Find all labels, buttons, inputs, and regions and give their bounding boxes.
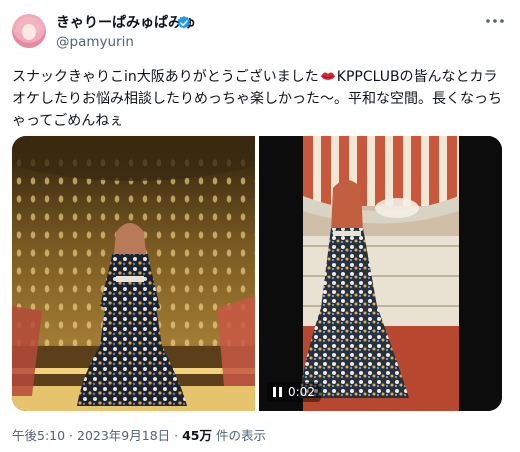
avatar[interactable] bbox=[12, 14, 46, 48]
video-1-frame bbox=[259, 136, 502, 411]
video-time-badge[interactable]: 0:02 bbox=[267, 382, 321, 402]
views-label: 件の表示 bbox=[212, 428, 266, 443]
avatar-face bbox=[22, 24, 36, 40]
verified-badge-icon bbox=[177, 16, 191, 29]
photo-1-image bbox=[12, 136, 255, 411]
media-grid: 0:02 bbox=[12, 136, 502, 411]
video-time: 0:02 bbox=[288, 385, 315, 399]
photo-1[interactable] bbox=[12, 136, 255, 411]
video-1[interactable]: 0:02 bbox=[259, 136, 502, 411]
kiss-mark-icon bbox=[320, 72, 335, 80]
tweet-text: スナックきゃりこin大阪ありがとうございました KPPCLUBの皆んなとカラオケし… bbox=[12, 66, 508, 132]
timestamp[interactable]: 午後5:10 · 2023年9月18日 · bbox=[12, 428, 182, 443]
user-handle[interactable]: @pamyurin bbox=[56, 34, 134, 50]
pause-icon[interactable] bbox=[273, 387, 282, 397]
tweet-meta: 午後5:10 · 2023年9月18日 · 45万 件の表示 bbox=[12, 428, 266, 444]
tweet-card: きゃりーぱみゅぱみゅ @pamyurin スナックきゃりこin大阪ありがとうござ… bbox=[0, 0, 520, 452]
views-count: 45万 bbox=[182, 428, 212, 443]
tweet-text-part-1: スナックきゃりこin大阪ありがとうございました bbox=[12, 69, 319, 85]
more-options-icon[interactable] bbox=[484, 14, 506, 28]
display-name[interactable]: きゃりーぱみゅぱみゅ bbox=[56, 15, 196, 32]
